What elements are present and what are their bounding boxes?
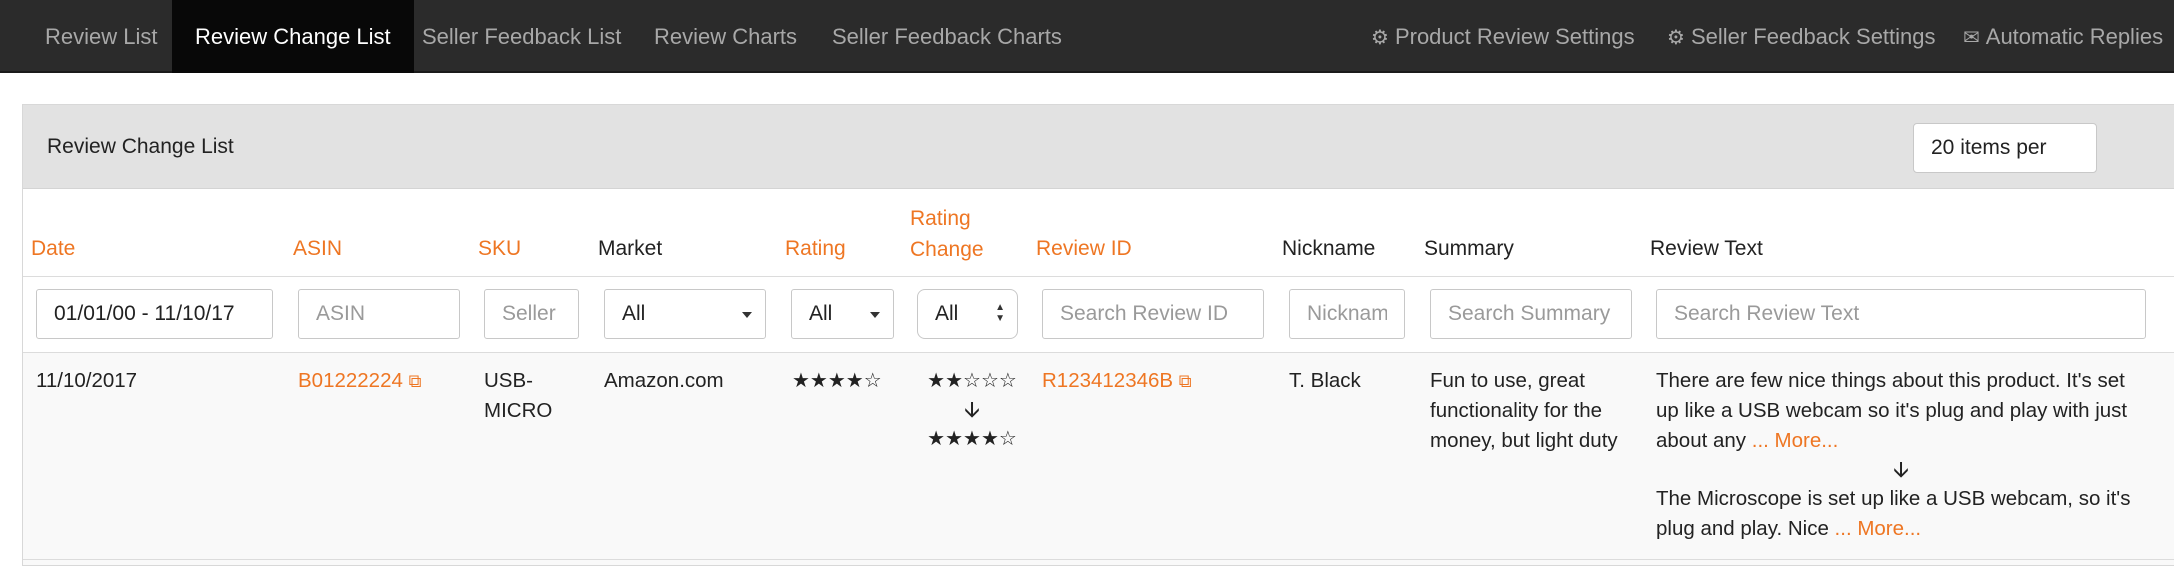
- column-header-market: Market: [598, 237, 663, 260]
- column-header-nickname: Nickname: [1282, 237, 1376, 260]
- asin-filter-input[interactable]: [298, 289, 460, 339]
- caret-down-icon: [742, 312, 752, 318]
- row-market: Amazon.com: [604, 369, 724, 392]
- column-header-review-text: Review Text: [1650, 237, 1763, 260]
- rating-change-select[interactable]: All ▲ ▼: [917, 289, 1018, 339]
- new-text-tail: plug and play. Nice: [1656, 517, 1835, 540]
- product-review-settings-link[interactable]: ⚙ Product Review Settings: [1371, 0, 1635, 73]
- row-asin-link[interactable]: B01222224 ⧉: [298, 366, 421, 396]
- panel-title: Review Change List: [47, 135, 234, 158]
- external-link-icon: ⧉: [1178, 371, 1192, 391]
- seller-feedback-settings-label: Seller Feedback Settings: [1690, 24, 1936, 49]
- external-link-icon: ⧉: [408, 371, 422, 391]
- summary-line-3: money, but light duty: [1430, 429, 1618, 452]
- rating-select-value: All: [809, 302, 833, 325]
- old-text-tail: about any: [1656, 429, 1752, 452]
- filter-row: All All All ▲▼: [23, 277, 2174, 353]
- summary-line-1: Fun to use, great: [1430, 369, 1585, 392]
- row-review-text: There are few nice things about this pro…: [1656, 366, 2156, 544]
- row-review-id-link[interactable]: R123412346B ⧉: [1042, 366, 1192, 396]
- column-header-review-id[interactable]: Review ID: [1036, 233, 1132, 264]
- row-rating-stars: ★★★★☆: [792, 370, 882, 392]
- row-date: 11/10/2017: [36, 369, 138, 392]
- sort-updown-icon: ▲ ▼: [995, 302, 1005, 324]
- gear-icon: ⚙: [1371, 27, 1389, 49]
- market-select[interactable]: All: [604, 289, 766, 339]
- tab-seller-feedback-charts[interactable]: Seller Feedback Charts: [832, 0, 1062, 73]
- review-id-filter-input[interactable]: [1042, 289, 1264, 339]
- rating-select[interactable]: All: [791, 289, 894, 339]
- top-navigation: Review List Review Change List Seller Fe…: [0, 0, 2174, 73]
- asin-link-text: B01222224: [298, 369, 403, 392]
- tab-seller-feedback-list[interactable]: Seller Feedback List: [422, 0, 621, 73]
- review-id-link-text: R123412346B: [1042, 369, 1174, 392]
- rating-to-stars: ★★★★☆: [927, 428, 1017, 450]
- rating-change-select-value: All: [935, 302, 959, 325]
- tab-review-charts[interactable]: Review Charts: [654, 0, 797, 73]
- gear-icon: ⚙: [1667, 27, 1685, 49]
- new-text-more-link[interactable]: ... More...: [1835, 517, 1922, 540]
- row-nickname: T. Black: [1289, 369, 1361, 392]
- column-header-sku[interactable]: SKU: [478, 233, 521, 264]
- panel-header: Review Change List 20 items per page: [23, 105, 2174, 207]
- sku-line-1: USB-: [484, 369, 533, 392]
- automatic-replies-label: Automatic Replies: [1985, 24, 2164, 49]
- automatic-replies-link[interactable]: ✉ Automatic Replies: [1963, 0, 2163, 73]
- column-header-asin[interactable]: ASIN: [293, 233, 342, 264]
- row-summary: Fun to use, great functionality for the …: [1430, 366, 1618, 456]
- nickname-filter-input[interactable]: [1289, 289, 1405, 339]
- review-text-filter-input[interactable]: [1656, 289, 2146, 339]
- envelope-icon: ✉: [1963, 27, 1980, 49]
- rating-change-line-2: Change: [910, 238, 984, 261]
- column-header-summary: Summary: [1424, 237, 1514, 260]
- row-rating-change: ★★☆☆☆ 🡫 ★★★★☆: [917, 366, 1027, 454]
- new-text-line-1: The Microscope is set up like a USB webc…: [1656, 487, 2131, 510]
- sku-line-2: MICRO: [484, 399, 553, 422]
- summary-filter-input[interactable]: [1430, 289, 1632, 339]
- sku-filter-input[interactable]: [484, 289, 579, 339]
- rating-from-stars: ★★☆☆☆: [927, 370, 1017, 392]
- rating-change-line-1: Rating: [910, 207, 971, 230]
- date-range-input[interactable]: [36, 289, 273, 339]
- new-text-line-2: plug and play. Nice ... More...: [1656, 514, 2156, 544]
- caret-down-icon: [870, 312, 880, 318]
- review-change-panel: Review Change List 20 items per page Dat…: [22, 104, 2174, 566]
- items-per-page-dropdown[interactable]: 20 items per page: [1913, 123, 2097, 207]
- summary-line-2: functionality for the: [1430, 399, 1603, 422]
- arrow-down-icon: 🡫: [1893, 457, 1909, 482]
- seller-feedback-settings-link[interactable]: ⚙ Seller Feedback Settings: [1667, 0, 1936, 73]
- old-text-line-2: up like a USB webcam so it's plug and pl…: [1656, 399, 2128, 422]
- market-select-value: All: [622, 302, 646, 325]
- column-header-rating[interactable]: Rating: [785, 233, 846, 264]
- arrow-down-icon: 🡫: [964, 397, 980, 422]
- tab-review-change-list[interactable]: Review Change List: [172, 0, 414, 73]
- table-header: Date ASIN SKU Market Rating Rating Chang…: [23, 189, 2174, 277]
- row-sku: USB- MICRO: [484, 366, 552, 426]
- tab-review-list[interactable]: Review List: [45, 0, 157, 73]
- product-review-settings-label: Product Review Settings: [1394, 24, 1635, 49]
- column-header-rating-change[interactable]: Rating Change: [910, 203, 984, 265]
- old-text-line-1: There are few nice things about this pro…: [1656, 369, 2125, 392]
- column-header-date[interactable]: Date: [31, 233, 75, 264]
- old-text-line-3: about any ... More...: [1656, 426, 2156, 456]
- table-row: 11/10/2017 B01222224 ⧉ USB- MICRO Amazon…: [23, 353, 2174, 560]
- old-text-more-link[interactable]: ... More...: [1752, 429, 1839, 452]
